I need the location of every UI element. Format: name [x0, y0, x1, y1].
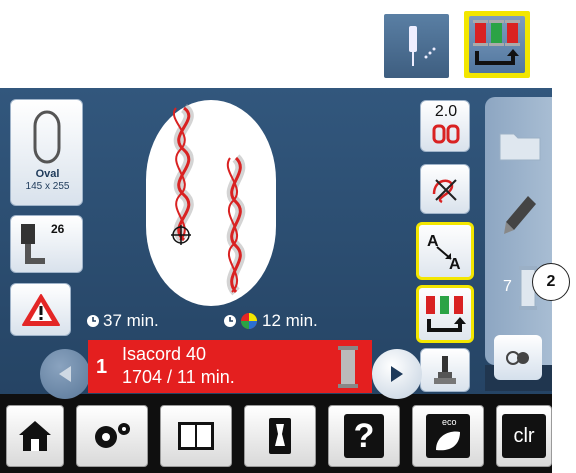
- oval-hoop-icon: [33, 110, 61, 164]
- hoop-button[interactable]: Oval 145 x 255: [10, 99, 83, 206]
- help-button[interactable]: ?: [328, 405, 400, 467]
- book-icon: [178, 422, 214, 450]
- next-color-button[interactable]: [372, 349, 422, 399]
- needle-position-icon: [409, 26, 436, 66]
- thread-index: 1: [96, 356, 108, 378]
- dress-form-icon: [269, 418, 291, 454]
- folder-icon: [499, 133, 540, 161]
- resize-button[interactable]: A A: [416, 222, 474, 280]
- eco-button[interactable]: eco: [412, 405, 484, 467]
- view-toggle-button[interactable]: [494, 335, 542, 380]
- home-button[interactable]: [6, 405, 64, 467]
- presser-foot-icon: [21, 224, 45, 264]
- hoop-name: Oval: [35, 168, 60, 180]
- needle-position-button[interactable]: [384, 14, 449, 78]
- zoom-value: 2.0: [434, 103, 458, 120]
- clock-icon: [224, 315, 236, 327]
- stitch-mode-button[interactable]: [420, 348, 470, 392]
- help-icon: ?: [344, 414, 384, 458]
- edit-button[interactable]: [497, 190, 542, 240]
- presser-foot-button[interactable]: 26: [10, 215, 83, 273]
- thread-info-box: 1 Isacord 40 1704 / 11 min.: [88, 340, 372, 393]
- gear-icon: [95, 423, 130, 448]
- stitch-cross-icon: [432, 179, 457, 204]
- design-preview: [171, 103, 246, 296]
- eco-label: eco: [442, 417, 457, 427]
- home-icon: [19, 421, 51, 451]
- clear-button[interactable]: clr: [496, 405, 552, 467]
- bobbin-stitch-icon: [434, 356, 456, 384]
- embroidery-design-area[interactable]: [146, 100, 276, 306]
- color-change-icon: [426, 296, 466, 332]
- tutorial-button[interactable]: [160, 405, 232, 467]
- clock-icon: [87, 315, 99, 327]
- previous-color-button[interactable]: [40, 349, 90, 399]
- color-change-mode-button[interactable]: [416, 285, 474, 343]
- arrow-right-icon: [391, 366, 403, 382]
- creative-consultant-button[interactable]: [244, 405, 316, 467]
- stitch-check-button[interactable]: [420, 164, 470, 214]
- stop-number: 7: [503, 278, 512, 295]
- thread-brand: Isacord 40: [122, 344, 207, 364]
- color-time-value: 12 min.: [262, 311, 318, 330]
- color-change-icon: [473, 20, 520, 65]
- color-wheel-icon: [241, 313, 257, 329]
- zoom-button[interactable]: 2.0: [420, 100, 470, 152]
- pencil-icon: [503, 196, 536, 234]
- open-file-button[interactable]: [497, 125, 542, 165]
- warning-button[interactable]: [10, 283, 71, 336]
- color-time: 12 min.: [223, 311, 318, 331]
- arrow-left-icon: [59, 366, 71, 382]
- clr-label: clr: [502, 414, 546, 458]
- color-change-button[interactable]: [464, 11, 530, 78]
- hoop-size: 145 x 255: [25, 181, 70, 192]
- toggle-circles-icon: [506, 350, 529, 365]
- presser-foot-number: 26: [51, 222, 65, 236]
- leaf-icon: [436, 431, 460, 451]
- eco-icon: eco: [426, 414, 470, 458]
- callout-marker: 2: [532, 263, 570, 301]
- total-time-value: 37 min.: [103, 311, 159, 330]
- total-time: 37 min.: [86, 311, 159, 331]
- resize-letters-icon: A A: [427, 233, 461, 273]
- hoop-scale-icon: [432, 124, 460, 144]
- thread-detail: 1704 / 11 min.: [122, 367, 235, 387]
- settings-button[interactable]: [76, 405, 148, 467]
- thread-spool-icon: [338, 346, 358, 388]
- warning-icon: [21, 293, 60, 326]
